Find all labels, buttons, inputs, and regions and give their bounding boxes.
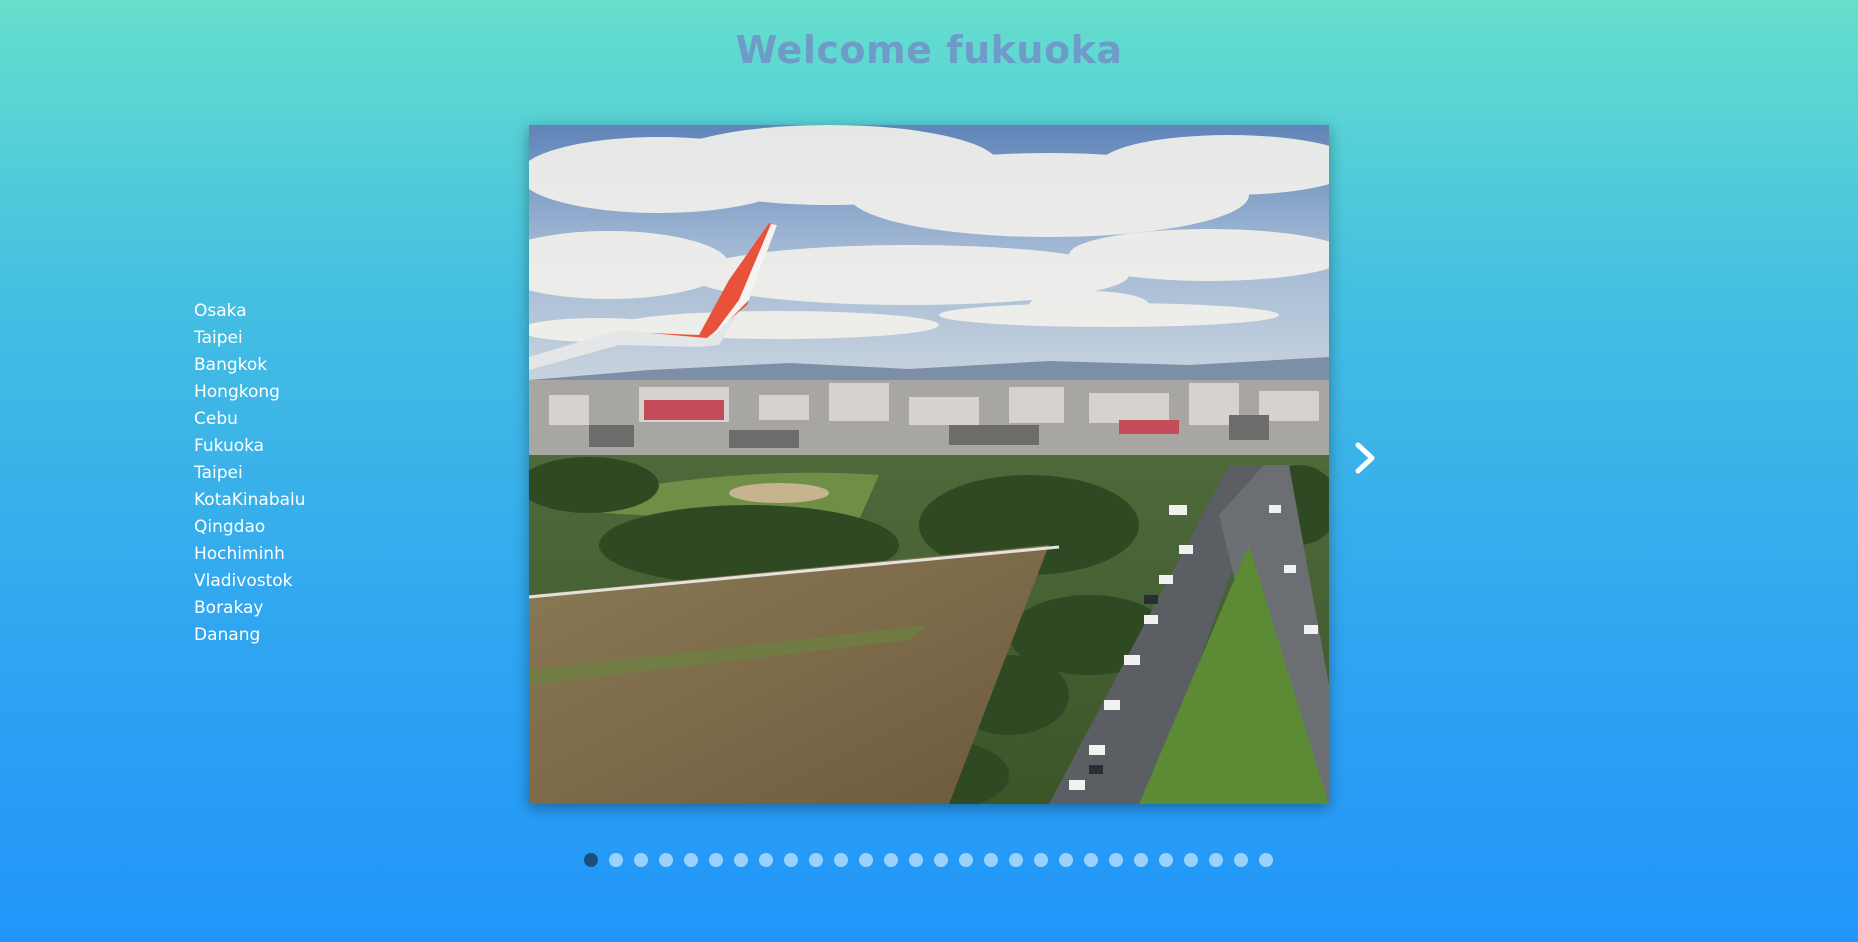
chevron-right-icon	[1355, 442, 1375, 474]
city-link[interactable]: Cebu	[194, 406, 306, 433]
pagination-dot[interactable]	[659, 853, 673, 867]
pagination-dot[interactable]	[1184, 853, 1198, 867]
pagination-dot[interactable]	[909, 853, 923, 867]
page-title: Welcome fukuoka	[735, 28, 1123, 72]
airplane-window-photo	[529, 125, 1329, 804]
pagination-dot[interactable]	[609, 853, 623, 867]
city-link[interactable]: Osaka	[194, 298, 306, 325]
pagination-dot[interactable]	[834, 853, 848, 867]
pagination-dot[interactable]	[1209, 853, 1223, 867]
pagination-dot[interactable]	[1059, 853, 1073, 867]
pagination-dot[interactable]	[734, 853, 748, 867]
city-link[interactable]: Hongkong	[194, 379, 306, 406]
city-link[interactable]: Vladivostok	[194, 568, 306, 595]
pagination-dot[interactable]	[859, 853, 873, 867]
pagination-dot[interactable]	[1159, 853, 1173, 867]
pagination-dot[interactable]	[1234, 853, 1248, 867]
pagination-dot[interactable]	[709, 853, 723, 867]
pagination-dot[interactable]	[984, 853, 998, 867]
city-link[interactable]: Bangkok	[194, 352, 306, 379]
pagination-dot-active[interactable]	[584, 853, 598, 867]
slide-image	[529, 125, 1329, 804]
pagination-dot[interactable]	[1109, 853, 1123, 867]
pagination-dot[interactable]	[959, 853, 973, 867]
next-slide-button[interactable]	[1352, 440, 1380, 476]
pagination-dot[interactable]	[884, 853, 898, 867]
city-link[interactable]: KotaKinabalu	[194, 487, 306, 514]
city-link[interactable]: Fukuoka	[194, 433, 306, 460]
slide-pagination-dots	[584, 853, 1273, 867]
pagination-dot[interactable]	[1034, 853, 1048, 867]
pagination-dot[interactable]	[934, 853, 948, 867]
pagination-dot[interactable]	[1259, 853, 1273, 867]
city-link[interactable]: Taipei	[194, 325, 306, 352]
pagination-dot[interactable]	[1134, 853, 1148, 867]
city-nav-list: Osaka Taipei Bangkok Hongkong Cebu Fukuo…	[194, 298, 306, 649]
city-link[interactable]: Danang	[194, 622, 306, 649]
city-link[interactable]: Qingdao	[194, 514, 306, 541]
pagination-dot[interactable]	[634, 853, 648, 867]
city-link[interactable]: Borakay	[194, 595, 306, 622]
pagination-dot[interactable]	[684, 853, 698, 867]
pagination-dot[interactable]	[1084, 853, 1098, 867]
city-link[interactable]: Hochiminh	[194, 541, 306, 568]
pagination-dot[interactable]	[809, 853, 823, 867]
pagination-dot[interactable]	[1009, 853, 1023, 867]
pagination-dot[interactable]	[784, 853, 798, 867]
pagination-dot[interactable]	[759, 853, 773, 867]
city-link[interactable]: Taipei	[194, 460, 306, 487]
